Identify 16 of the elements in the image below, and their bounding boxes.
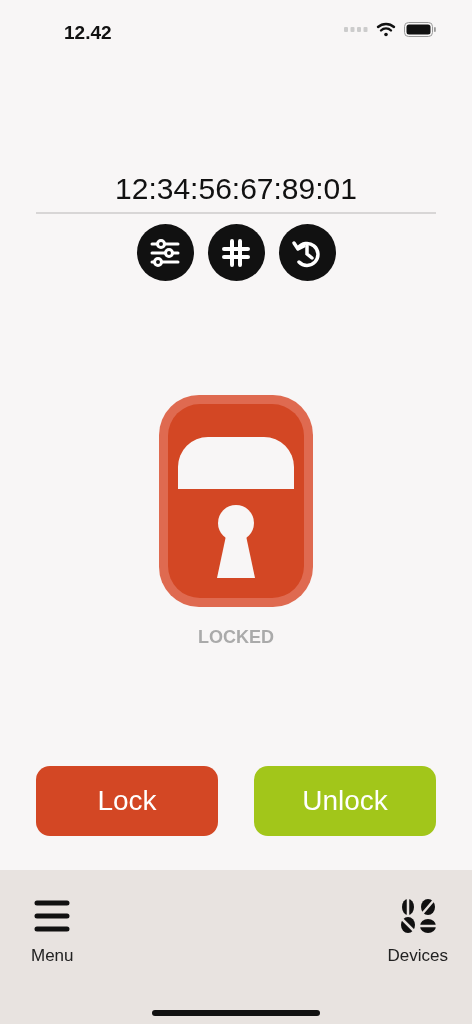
action-button[interactable]: Lock [36,766,218,836]
devices-icon [399,898,436,934]
history-button[interactable] [278,224,336,281]
wifi-icon [376,22,396,37]
hash-button[interactable] [207,224,265,281]
settings-button[interactable] [136,224,194,281]
settings-icon [149,236,181,269]
battery-icon [404,22,436,37]
menu-tab[interactable]: Menu [31,898,74,966]
lock-status: LOCKED [198,627,274,648]
status-time: 12.42 [64,22,112,44]
device-address: 12:34:56:67:89:01 [36,172,436,214]
signal-icon [344,26,368,33]
hash-icon [221,237,251,268]
menu-icon [34,898,71,934]
devices-tab[interactable]: Devices [387,898,448,966]
